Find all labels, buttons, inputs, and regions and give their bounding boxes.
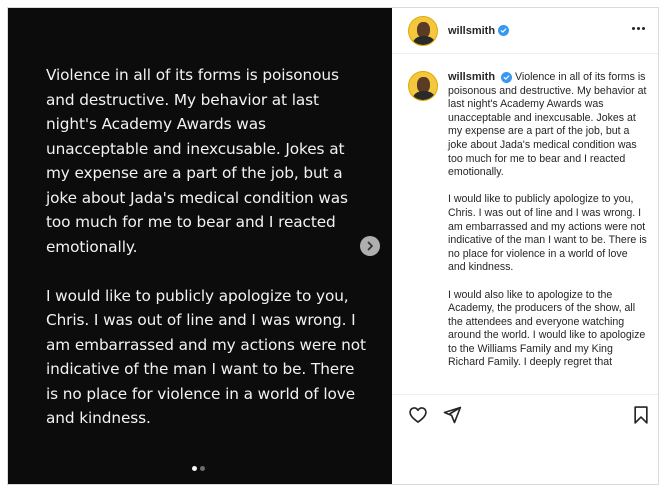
- verified-badge-icon: [501, 72, 513, 83]
- paper-plane-icon[interactable]: [442, 405, 462, 425]
- carousel-dot-active: [192, 466, 197, 471]
- post-header: willsmith: [392, 8, 658, 54]
- image-paragraph: Violence in all of its forms is poisonou…: [46, 66, 348, 256]
- avatar[interactable]: [408, 15, 438, 46]
- action-bar: [392, 394, 658, 434]
- caption-avatar[interactable]: [408, 71, 438, 101]
- more-options-button[interactable]: [632, 27, 645, 30]
- caption-paragraph: I would also like to apologize to the Ac…: [448, 288, 646, 369]
- post-modal: Violence in all of its forms is poisonou…: [7, 7, 659, 485]
- caption-paragraph: Violence in all of its forms is poisonou…: [448, 71, 647, 179]
- carousel-indicator: [192, 466, 205, 471]
- bookmark-icon[interactable]: [632, 405, 650, 425]
- verified-badge-icon: [498, 25, 510, 36]
- image-paragraph: I would like to publicly apologize to yo…: [46, 286, 366, 428]
- header-username[interactable]: willsmith: [448, 25, 495, 37]
- post-sidebar: willsmith willsmith Violence in all of i…: [392, 8, 658, 484]
- heart-icon[interactable]: [408, 405, 428, 425]
- post-caption: willsmith Violence in all of its forms i…: [448, 71, 648, 384]
- next-slide-button[interactable]: [360, 236, 380, 256]
- caption-username[interactable]: willsmith: [448, 71, 495, 83]
- post-image[interactable]: Violence in all of its forms is poisonou…: [8, 8, 392, 484]
- post-image-text: Violence in all of its forms is poisonou…: [46, 63, 366, 455]
- more-horizontal-icon: [632, 27, 635, 30]
- caption-scroll-area[interactable]: willsmith Violence in all of its forms i…: [392, 55, 658, 394]
- carousel-dot: [200, 466, 205, 471]
- caption-paragraph: I would like to publicly apologize to yo…: [448, 193, 647, 274]
- chevron-right-icon: [367, 241, 373, 251]
